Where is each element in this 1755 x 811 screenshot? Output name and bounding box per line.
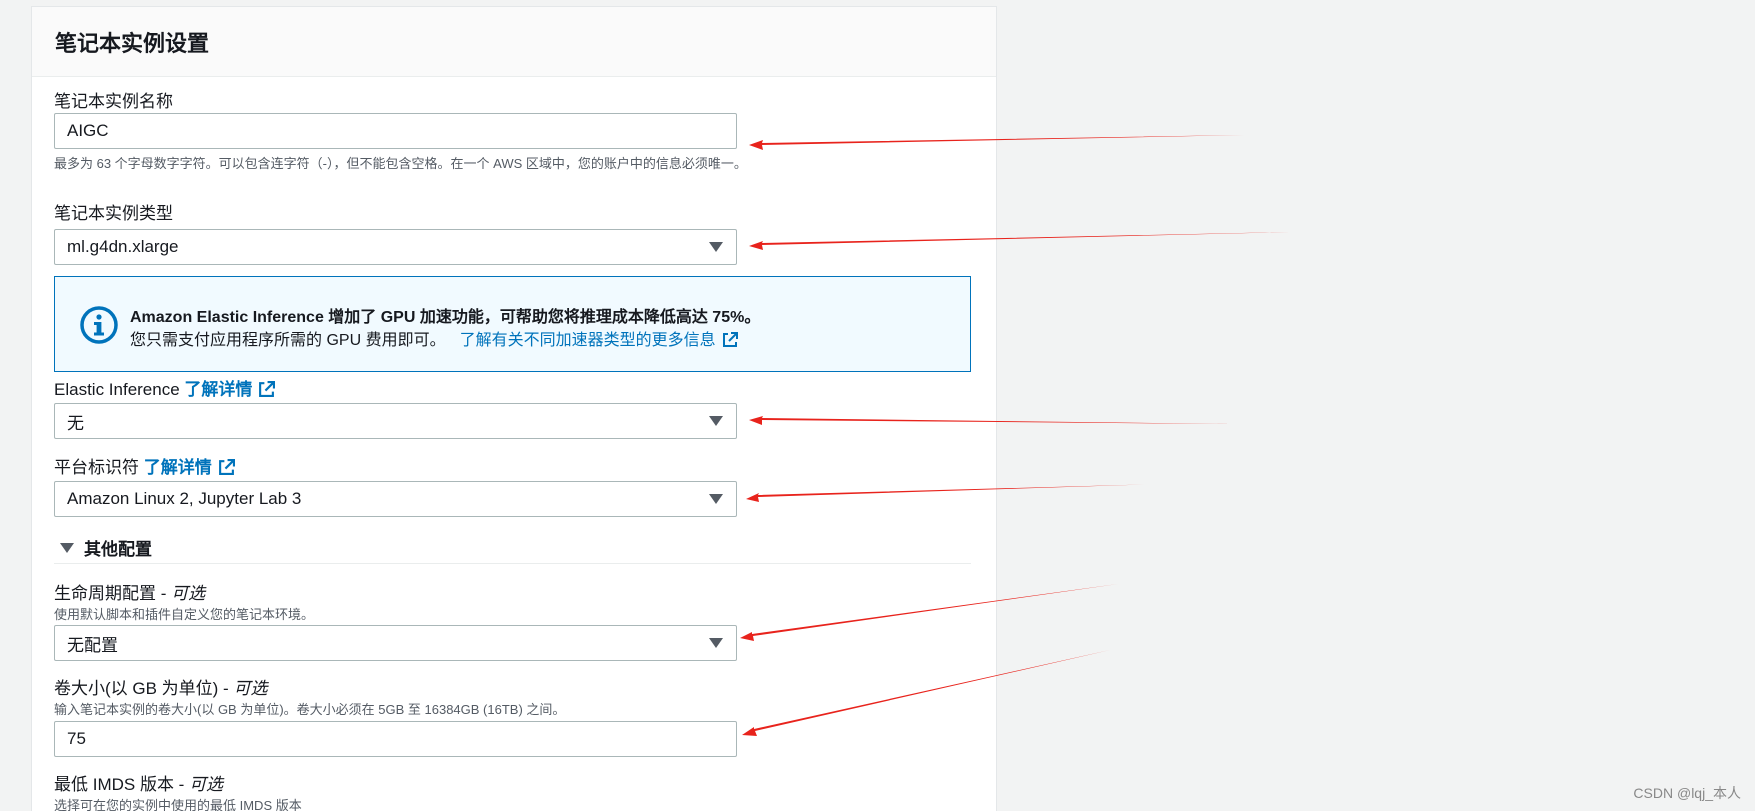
chevron-down-icon — [709, 494, 723, 504]
external-link-icon — [259, 381, 276, 397]
external-link-icon — [722, 332, 738, 347]
lifecycle-optional: 可选 — [171, 584, 206, 603]
notebook-name-help: 最多为 63 个字母数字字符。可以包含连字符（-），但不能包含空格。在一个 AW… — [54, 156, 747, 171]
platform-label-row: 平台标识符 了解详情 — [54, 453, 235, 478]
chevron-down-icon — [709, 638, 723, 648]
platform-value: Amazon Linux 2, Jupyter Lab 3 — [67, 489, 302, 508]
imds-label-text: 最低 IMDS 版本 - — [54, 775, 190, 794]
panel-header: 笔记本实例设置 — [32, 7, 996, 77]
external-link-icon — [218, 459, 235, 475]
volume-label-text: 卷大小(以 GB 为单位) - — [54, 679, 234, 698]
notebook-settings-panel: 笔记本实例设置 笔记本实例名称 AIGC 最多为 63 个字母数字字符。可以包含… — [31, 6, 997, 811]
lifecycle-label: 生命周期配置 - 可选 — [54, 579, 205, 604]
section-divider — [54, 563, 971, 564]
platform-learn-more-label: 了解详情 — [143, 458, 212, 477]
platform-learn-more-link[interactable]: 了解详情 — [144, 458, 235, 477]
caret-down-icon — [60, 542, 74, 553]
watermark: CSDN @lqj_本人 — [1633, 785, 1741, 801]
alert-title: Amazon Elastic Inference 增加了 GPU 加速功能，可帮… — [130, 309, 761, 326]
lifecycle-label-text: 生命周期配置 - — [54, 584, 172, 603]
notebook-name-input[interactable]: AIGC — [54, 113, 737, 149]
info-icon — [80, 306, 118, 344]
instance-type-select[interactable]: ml.g4dn.xlarge — [54, 229, 737, 265]
elastic-inference-info-alert: Amazon Elastic Inference 增加了 GPU 加速功能，可帮… — [54, 276, 971, 372]
platform-label: 平台标识符 — [54, 458, 139, 477]
elastic-inference-label-row: Elastic Inference 了解详情 — [54, 375, 276, 400]
elastic-inference-learn-more-label: 了解详情 — [184, 380, 253, 399]
volume-optional: 可选 — [233, 679, 268, 698]
volume-size-value: 75 — [67, 729, 86, 748]
alert-body: 您只需支付应用程序所需的 GPU 费用即可。 了解有关不同加速器类型的更多信息 — [130, 326, 738, 350]
lifecycle-select[interactable]: 无配置 — [54, 625, 737, 661]
notebook-name-value: AIGC — [67, 121, 109, 140]
instance-type-value: ml.g4dn.xlarge — [67, 237, 179, 256]
platform-select[interactable]: Amazon Linux 2, Jupyter Lab 3 — [54, 481, 737, 517]
other-config-toggle[interactable]: 其他配置 — [54, 535, 152, 560]
elastic-inference-value: 无 — [67, 413, 84, 433]
volume-size-input[interactable]: 75 — [54, 721, 737, 757]
imds-help: 选择可在您的实例中使用的最低 IMDS 版本 — [54, 798, 302, 811]
panel-title: 笔记本实例设置 — [55, 30, 210, 56]
volume-label: 卷大小(以 GB 为单位) - 可选 — [54, 674, 267, 699]
volume-help: 输入笔记本实例的卷大小(以 GB 为单位)。卷大小必须在 5GB 至 16384… — [54, 702, 566, 717]
other-config-label: 其他配置 — [84, 540, 152, 559]
imds-label: 最低 IMDS 版本 - 可选 — [54, 770, 223, 795]
elastic-inference-learn-more-link[interactable]: 了解详情 — [184, 380, 276, 399]
chevron-down-icon — [709, 416, 723, 426]
lifecycle-help: 使用默认脚本和插件自定义您的笔记本环境。 — [54, 607, 315, 622]
elastic-inference-select[interactable]: 无 — [54, 403, 737, 439]
accelerator-types-link[interactable]: 了解有关不同加速器类型的更多信息 — [460, 332, 738, 349]
alert-body-text: 您只需支付应用程序所需的 GPU 费用即可。 — [130, 332, 446, 349]
lifecycle-value: 无配置 — [67, 635, 118, 655]
accelerator-types-link-label: 了解有关不同加速器类型的更多信息 — [459, 332, 716, 349]
elastic-inference-label: Elastic Inference — [54, 380, 180, 399]
imds-optional: 可选 — [189, 775, 224, 794]
notebook-name-label: 笔记本实例名称 — [54, 92, 173, 111]
chevron-down-icon — [709, 242, 723, 252]
instance-type-label: 笔记本实例类型 — [54, 204, 173, 223]
